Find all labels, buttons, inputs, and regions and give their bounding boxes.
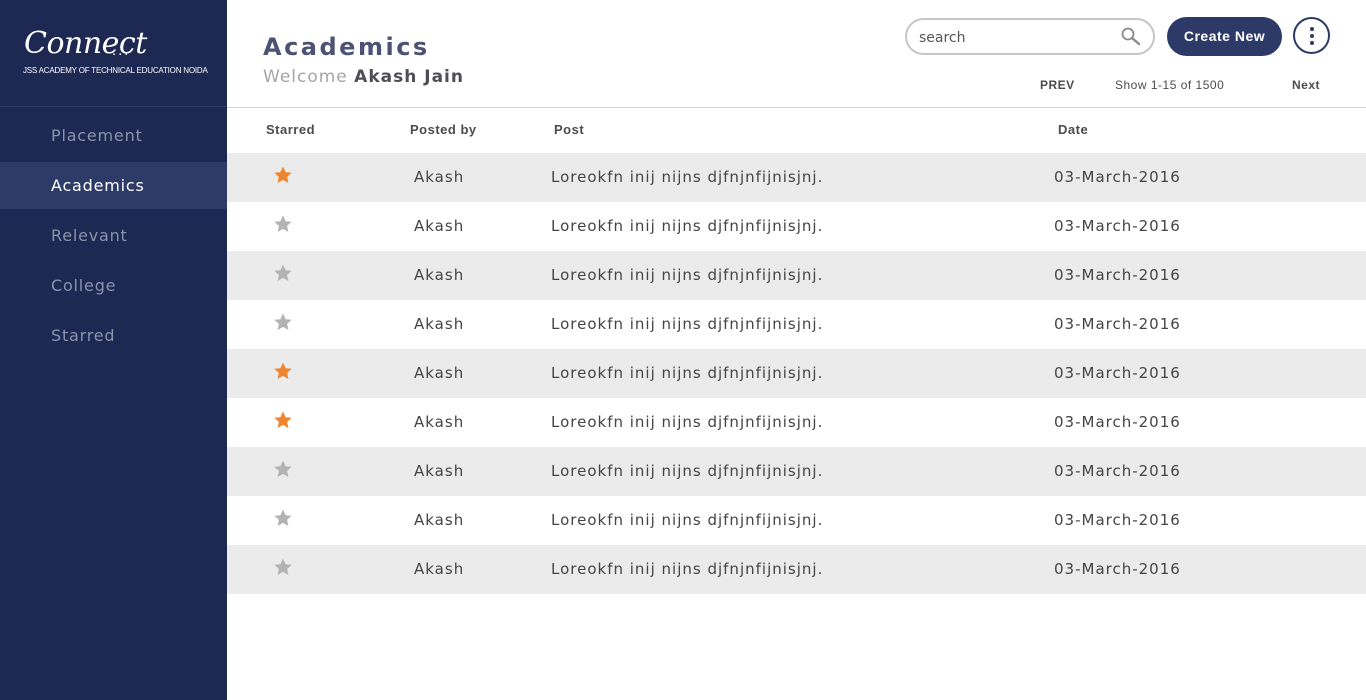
sidebar-item-relevant[interactable]: Relevant (0, 212, 227, 259)
cell-date: 03-March-2016 (1054, 560, 1181, 578)
sidebar-nav: Placement Academics Relevant College Sta… (0, 112, 227, 362)
table-row[interactable]: Akash Loreokfn inij nijns djfnjnfijnisjnj… (227, 300, 1366, 349)
table-row[interactable]: Akash Loreokfn inij nijns djfnjnfijnisjnj… (227, 251, 1366, 300)
sidebar-item-college[interactable]: College (0, 262, 227, 309)
column-header-date[interactable]: Date (1058, 122, 1088, 137)
star-icon[interactable] (273, 557, 293, 577)
cell-post[interactable]: Loreokfn inij nijns djfnjnfijnisjnj. (551, 315, 823, 333)
cell-post[interactable]: Loreokfn inij nijns djfnjnfijnisjnj. (551, 560, 823, 578)
star-filled-icon[interactable] (273, 361, 293, 381)
cell-date: 03-March-2016 (1054, 217, 1181, 235)
cell-date: 03-March-2016 (1054, 462, 1181, 480)
search-input[interactable] (919, 28, 1109, 48)
star-filled-icon[interactable] (273, 165, 293, 185)
table-body: Akash Loreokfn inij nijns djfnjnfijnisjnj… (227, 153, 1366, 594)
cell-date: 03-March-2016 (1054, 168, 1181, 186)
pager-prev-button[interactable]: PREV (1040, 78, 1075, 92)
cell-posted-by: Akash (414, 266, 465, 284)
star-icon[interactable] (273, 214, 293, 234)
user-name: Akash Jain (354, 67, 464, 87)
cell-posted-by: Akash (414, 217, 465, 235)
column-header-posted-by[interactable]: Posted by (410, 122, 477, 137)
table-row[interactable]: Akash Loreokfn inij nijns djfnjnfijnisjnj… (227, 545, 1366, 594)
sidebar-item-starred[interactable]: Starred (0, 312, 227, 359)
page-title: Academics (263, 33, 430, 61)
star-filled-icon[interactable] (273, 410, 293, 430)
star-icon[interactable] (273, 459, 293, 479)
star-icon[interactable] (273, 312, 293, 332)
table-row[interactable]: Akash Loreokfn inij nijns djfnjnfijnisjnj… (227, 153, 1366, 202)
search-box (905, 18, 1155, 55)
search-icon[interactable] (1120, 26, 1142, 48)
cell-date: 03-March-2016 (1054, 364, 1181, 382)
cell-date: 03-March-2016 (1054, 315, 1181, 333)
more-vertical-icon[interactable] (1293, 17, 1330, 54)
cell-posted-by: Akash (414, 413, 465, 431)
cell-post[interactable]: Loreokfn inij nijns djfnjnfijnisjnj. (551, 168, 823, 186)
table-row[interactable]: Akash Loreokfn inij nijns djfnjnfijnisjnj… (227, 447, 1366, 496)
table-row[interactable]: Akash Loreokfn inij nijns djfnjnfijnisjnj… (227, 202, 1366, 251)
column-header-starred[interactable]: Starred (266, 122, 315, 137)
cell-date: 03-March-2016 (1054, 511, 1181, 529)
cell-post[interactable]: Loreokfn inij nijns djfnjnfijnisjnj. (551, 217, 823, 235)
pager-next-button[interactable]: Next (1292, 78, 1320, 92)
brand-logo[interactable]: Connect ... JSS ACADEMY OF TECHNICAL EDU… (0, 0, 227, 107)
create-new-button[interactable]: Create New (1167, 17, 1282, 56)
cell-posted-by: Akash (414, 462, 465, 480)
star-icon[interactable] (273, 263, 293, 283)
pager-info: Show 1-15 of 1500 (1115, 78, 1225, 92)
sidebar-item-academics[interactable]: Academics (0, 162, 227, 209)
cell-post[interactable]: Loreokfn inij nijns djfnjnfijnisjnj. (551, 511, 823, 529)
cell-date: 03-March-2016 (1054, 266, 1181, 284)
cell-post[interactable]: Loreokfn inij nijns djfnjnfijnisjnj. (551, 462, 823, 480)
cell-post[interactable]: Loreokfn inij nijns djfnjnfijnisjnj. (551, 413, 823, 431)
cell-date: 03-March-2016 (1054, 413, 1181, 431)
welcome-message: Welcome Akash Jain (263, 67, 464, 87)
main-content: Academics Welcome Akash Jain Create New … (227, 0, 1366, 700)
cell-posted-by: Akash (414, 511, 465, 529)
column-header-post[interactable]: Post (554, 122, 584, 137)
table-row[interactable]: Akash Loreokfn inij nijns djfnjnfijnisjnj… (227, 398, 1366, 447)
cell-post[interactable]: Loreokfn inij nijns djfnjnfijnisjnj. (551, 364, 823, 382)
cell-posted-by: Akash (414, 364, 465, 382)
star-icon[interactable] (273, 508, 293, 528)
cell-posted-by: Akash (414, 315, 465, 333)
cell-post[interactable]: Loreokfn inij nijns djfnjnfijnisjnj. (551, 266, 823, 284)
cell-posted-by: Akash (414, 560, 465, 578)
sidebar-item-placement[interactable]: Placement (0, 112, 227, 159)
table-row[interactable]: Akash Loreokfn inij nijns djfnjnfijnisjnj… (227, 496, 1366, 545)
brand-dots: ... (112, 44, 131, 59)
sidebar: Connect ... JSS ACADEMY OF TECHNICAL EDU… (0, 0, 227, 700)
table-header: Starred Posted by Post Date (227, 108, 1366, 153)
cell-posted-by: Akash (414, 168, 465, 186)
table-row[interactable]: Akash Loreokfn inij nijns djfnjnfijnisjnj… (227, 349, 1366, 398)
brand-subtitle: JSS ACADEMY OF TECHNICAL EDUCATION NOIDA (23, 66, 208, 75)
welcome-prefix: Welcome (263, 67, 348, 87)
